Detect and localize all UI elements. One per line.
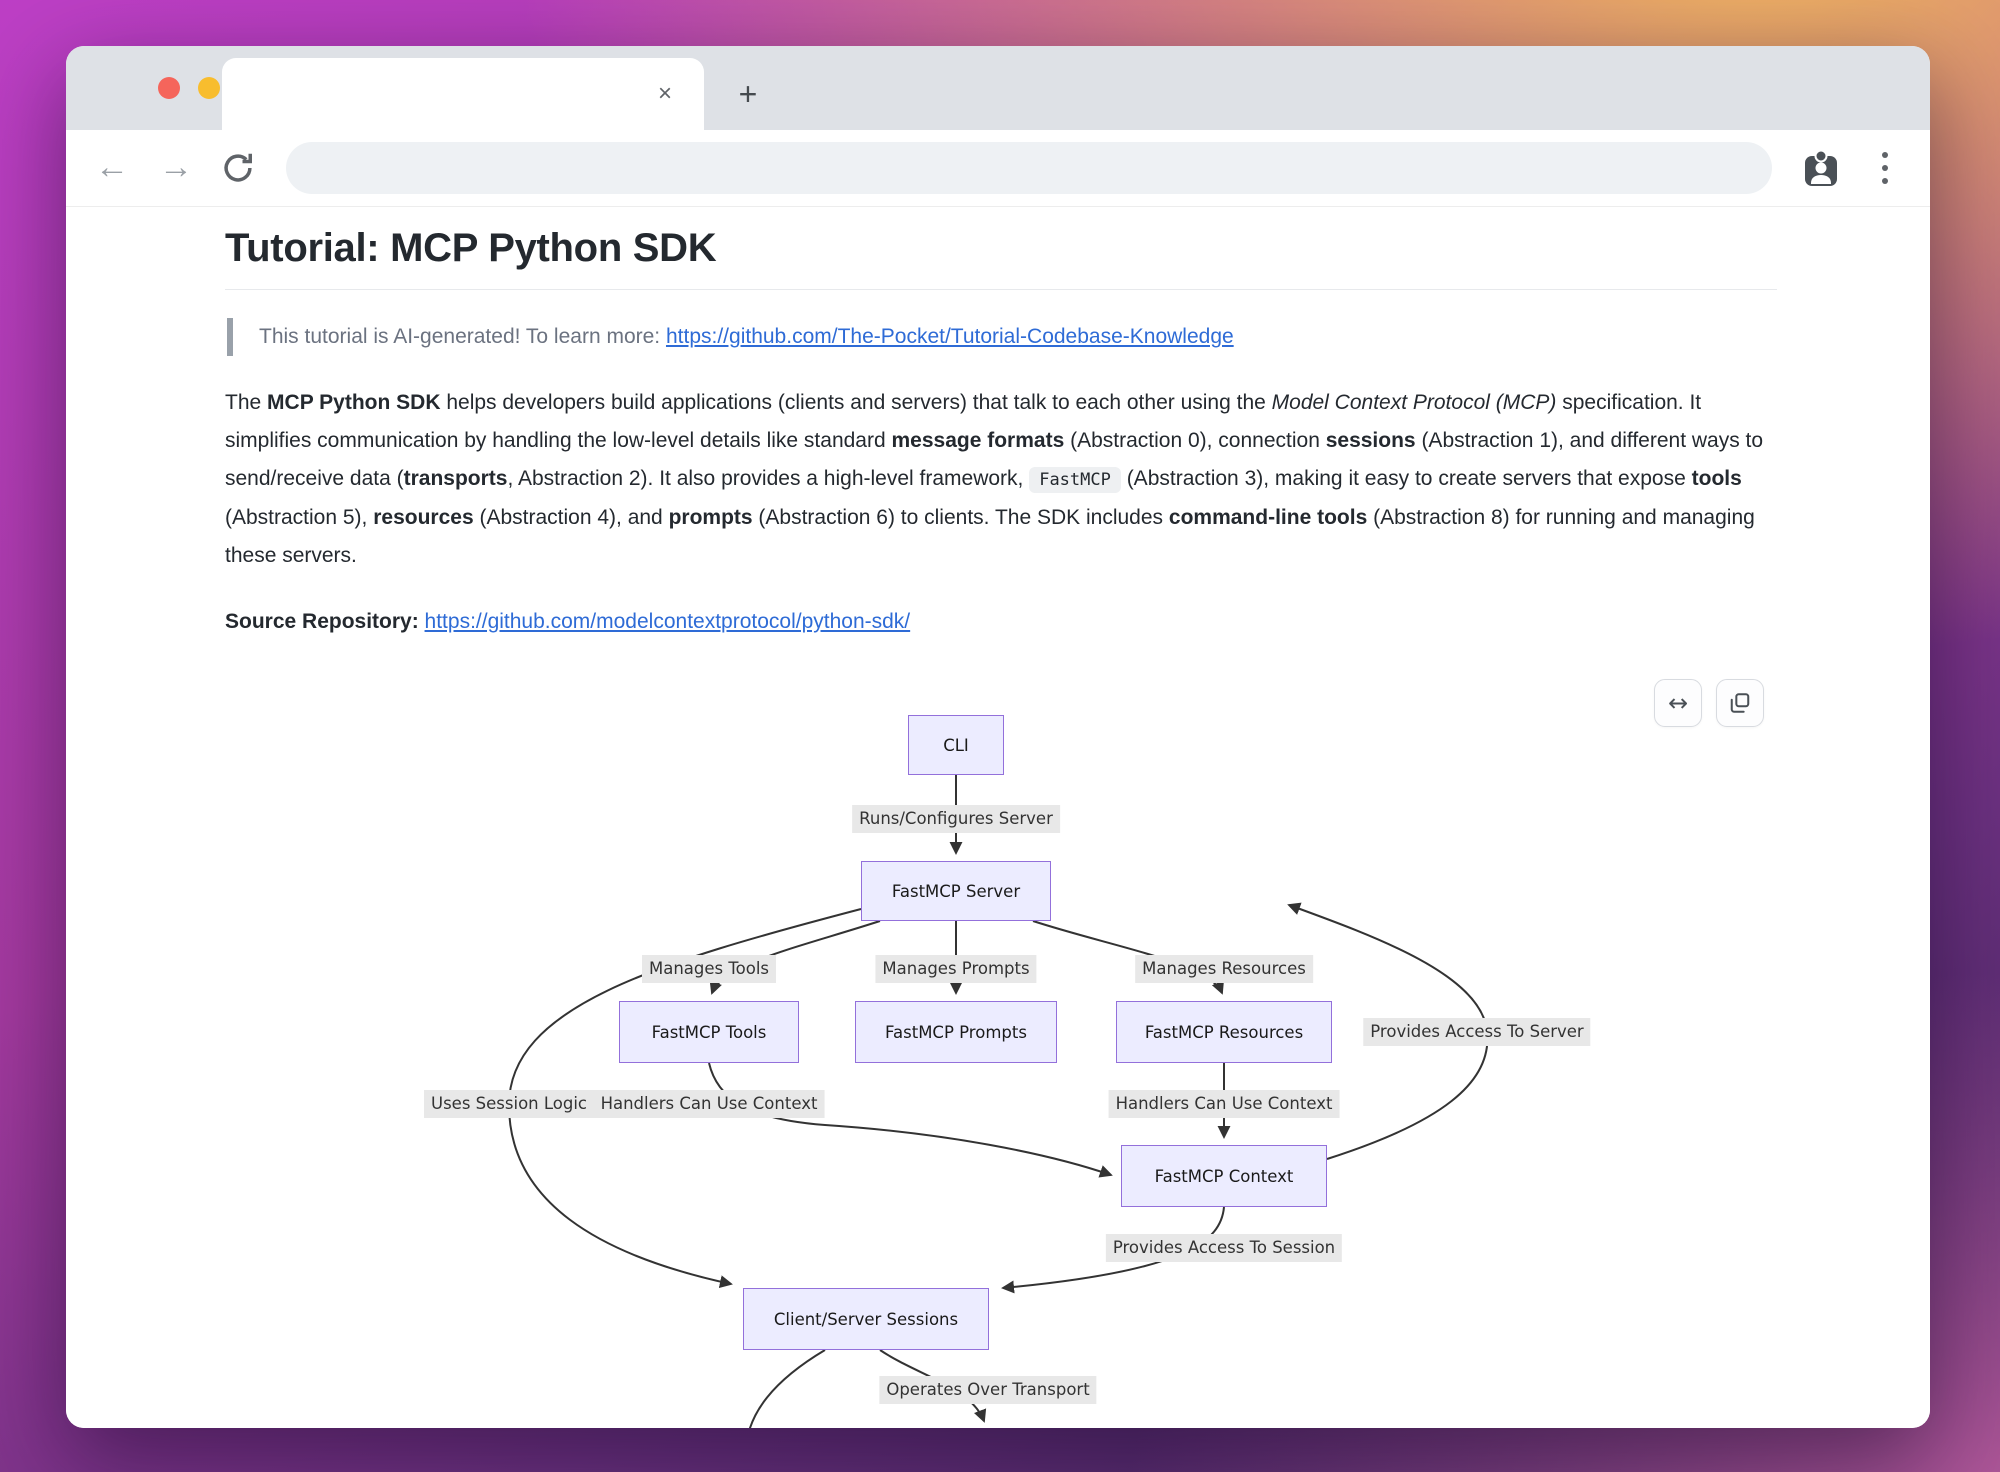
browser-menu-icon[interactable] [1862,144,1908,192]
edge-label: Manages Resources [1135,955,1313,983]
text-run: (Abstraction 3), making it easy to creat… [1121,467,1692,490]
text-run: (Abstraction 0), connection [1064,429,1325,452]
text-run: command-line tools [1169,506,1367,529]
inline-code: FastMCP [1029,467,1121,493]
text-run: This tutorial is AI-generated! To learn … [259,325,666,348]
edge-label: Manages Prompts [875,955,1036,983]
tab-close-icon[interactable]: × [650,80,680,110]
edge-label: Handlers Can Use Context [1109,1090,1340,1118]
text-run: helps developers build applications (cli… [441,391,1272,414]
new-tab-button[interactable]: + [726,74,770,118]
edge-label: Runs/Configures Server [852,805,1060,833]
tutorial-codebase-link[interactable]: https://github.com/The-Pocket/Tutorial-C… [666,325,1234,348]
intro-paragraph: The MCP Python SDK helps developers buil… [225,384,1777,575]
browser-window: × + ← → Tutorial: MCP Python SDK This tu… [66,46,1930,1428]
source-repository-line: Source Repository: https://github.com/mo… [225,603,1777,641]
node-client-server-sessions: Client/Server Sessions [743,1288,989,1350]
node-cli: CLI [908,715,1004,775]
text-run: transports [404,467,508,490]
mermaid-diagram: ↔ [225,675,1777,1428]
text-run: sessions [1326,429,1416,452]
text-run: tools [1692,467,1742,490]
profile-badge-glyph [1798,146,1844,192]
close-window-button[interactable] [158,77,180,99]
text-run: Source Repository: [225,610,425,633]
text-run: (Abstraction 6) to clients. The SDK incl… [753,506,1169,529]
edge-label: Handlers Can Use Context [594,1090,825,1118]
minimize-window-button[interactable] [198,77,220,99]
page-content: Tutorial: MCP Python SDK This tutorial i… [66,207,1930,1428]
tab-strip: × + [66,46,1930,130]
reload-icon[interactable] [218,148,258,188]
text-run: resources [373,506,473,529]
node-fastmcp-tools: FastMCP Tools [619,1001,799,1063]
edge-label: Provides Access To Session [1106,1234,1342,1262]
browser-toolbar: ← → [66,130,1930,207]
node-fastmcp-prompts: FastMCP Prompts [855,1001,1057,1063]
reload-glyph [218,148,258,188]
text-run: (Abstraction 5), [225,506,373,529]
text-run: prompts [669,506,753,529]
edge-label: Operates Over Transport [879,1376,1096,1404]
page-title: Tutorial: MCP Python SDK [225,221,1777,290]
source-repo-link[interactable]: https://github.com/modelcontextprotocol/… [425,610,911,633]
text-run: (Abstraction 4), and [474,506,669,529]
forward-icon[interactable]: → [150,142,202,194]
text-run: , Abstraction 2). It also provides a hig… [507,467,1029,490]
ai-note-blockquote: This tutorial is AI-generated! To learn … [227,318,1777,356]
edge-label: Manages Tools [642,955,776,983]
node-fastmcp-server: FastMCP Server [861,861,1051,921]
back-icon[interactable]: ← [86,142,138,194]
edge-label: Provides Access To Server [1363,1018,1590,1046]
text-run: Model Context Protocol (MCP) [1272,391,1557,414]
profile-icon[interactable] [1798,146,1844,192]
text-run: message formats [892,429,1065,452]
text-run: The [225,391,267,414]
node-fastmcp-context: FastMCP Context [1121,1145,1327,1207]
node-fastmcp-resources: FastMCP Resources [1116,1001,1332,1063]
text-run: MCP Python SDK [267,391,440,414]
edge-label: Uses Session Logic [424,1090,594,1118]
browser-tab[interactable]: × [222,58,704,130]
address-bar[interactable] [286,142,1772,194]
